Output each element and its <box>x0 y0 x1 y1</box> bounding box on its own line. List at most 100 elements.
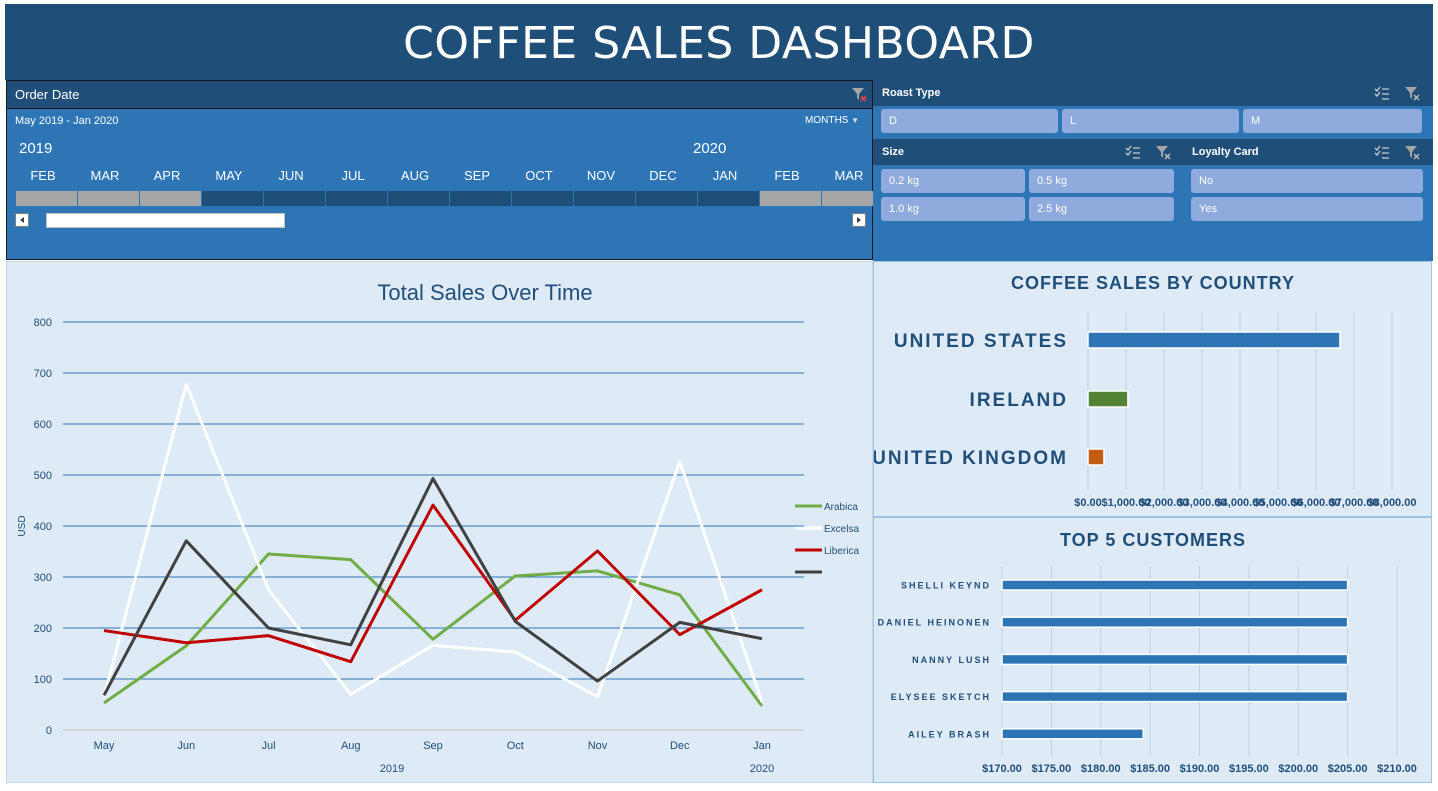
x-tick-jun: Jun <box>177 740 195 752</box>
country-bar-united-kingdom <box>1087 448 1105 466</box>
customer-label-ailey-brash: AILEY BRASH <box>908 729 991 739</box>
country-bar-chart: COFFEE SALES BY COUNTRY $0.00 $1,000.00$2… <box>874 273 1417 509</box>
month-cell-dec-10[interactable] <box>636 191 698 206</box>
customer-label-daniel-heinonen: DANIEL HEINONEN <box>878 618 991 628</box>
y-tick-500: 500 <box>34 470 52 482</box>
loyalty-yes-button[interactable]: Yes <box>1191 197 1423 221</box>
month-label-nov-9: NOV <box>586 168 616 183</box>
month-label-jun-4: JUN <box>278 168 304 183</box>
timeline-title: Order Date <box>15 87 80 102</box>
country-chart-title: COFFEE SALES BY COUNTRY <box>1011 273 1295 293</box>
customer-bar-nanny-lush <box>1001 653 1349 666</box>
arrow-right-icon <box>857 217 861 223</box>
top-customers-panel: TOP 5 CUSTOMERS $170.00 $175.00 $180.00 $18… <box>873 517 1432 783</box>
month-cell-apr-2[interactable] <box>140 191 202 206</box>
month-cell-jul-5[interactable] <box>326 191 388 206</box>
customer-x-tick-0: $170.00 <box>982 763 1022 775</box>
roast-d-button[interactable]: D <box>881 109 1058 133</box>
month-label-jul-5: JUL <box>341 168 365 183</box>
series-line-excelsa <box>102 382 764 703</box>
customer-bar-elysee-sketch <box>1001 690 1349 703</box>
scroll-right-button[interactable] <box>852 213 866 227</box>
y-tick-700: 700 <box>34 368 52 380</box>
year-label-2020: 2020 <box>693 140 727 157</box>
month-label-apr-2: APR <box>153 168 181 183</box>
sales-over-time-panel: Total Sales Over Time USD 0 100 200 300 400 5… <box>6 261 873 783</box>
multi-select-icon[interactable] <box>1373 84 1391 102</box>
month-cell-nov-9[interactable] <box>574 191 636 206</box>
order-date-timeline[interactable]: Order Date May 2019 - Jan 2020 MONTHS ▼ … <box>6 80 884 260</box>
size-title: Size <box>882 146 905 158</box>
customer-label-shelli-keynd: SHELLI KEYND <box>901 581 991 591</box>
month-cell-may-3[interactable] <box>202 191 264 206</box>
x-tick-aug: Aug <box>341 740 361 752</box>
multi-select-icon[interactable] <box>1373 143 1391 161</box>
month-label-mar-13: MAR <box>834 168 864 183</box>
loyalty-no-button[interactable]: No <box>1191 169 1423 193</box>
multi-select-icon[interactable] <box>1124 143 1142 161</box>
customer-x-tick-6: $200.00 <box>1278 763 1318 775</box>
customer-x-tick-3: $185.00 <box>1130 763 1170 775</box>
clear-filter-icon[interactable] <box>1403 84 1421 102</box>
clear-filter-icon[interactable] <box>1403 143 1421 161</box>
customer-x-tick-2: $180.00 <box>1081 763 1121 775</box>
size-0-5kg-button[interactable]: 0.5 kg <box>1029 169 1174 193</box>
year-label-2019: 2019 <box>19 140 53 157</box>
country-x-tick-8: $8,000.00 <box>1368 497 1417 509</box>
month-label-oct-8: OCT <box>525 168 553 183</box>
x-tick-dec: Dec <box>670 740 690 752</box>
legend-label-liberica: Liberica <box>824 546 859 557</box>
y-axis-label: USD <box>17 515 28 536</box>
customers-chart-title: TOP 5 CUSTOMERS <box>1060 530 1246 550</box>
slicer-area: Roast Type D L M Size 0.2 kg 0.5 kg 1.0 … <box>873 80 1433 261</box>
customer-x-tick-5: $195.00 <box>1229 763 1269 775</box>
customer-bar-ailey-brash <box>1001 728 1144 740</box>
customer-label-elysee-sketch: ELYSEE SKETCH <box>891 692 991 702</box>
timeline-range: May 2019 - Jan 2020 <box>15 115 119 127</box>
clear-filter-icon[interactable] <box>1154 143 1172 161</box>
y-tick-600: 600 <box>34 419 52 431</box>
scroll-left-button[interactable] <box>15 213 29 227</box>
month-cell-oct-8[interactable] <box>512 191 574 206</box>
month-label-feb-0: FEB <box>30 168 56 183</box>
month-cell-jun-4[interactable] <box>264 191 326 206</box>
x-tick-may: May <box>94 740 115 752</box>
roast-m-button[interactable]: M <box>1243 109 1422 133</box>
month-cell-jan-11[interactable] <box>698 191 760 206</box>
size-1-0kg-button[interactable]: 1.0 kg <box>881 197 1025 221</box>
month-label-may-3: MAY <box>215 168 243 183</box>
size-2-5kg-button[interactable]: 2.5 kg <box>1029 197 1174 221</box>
country-bar-united-states <box>1087 331 1341 349</box>
month-label-mar-1: MAR <box>90 168 120 183</box>
line-chart-title: Total Sales Over Time <box>377 280 592 305</box>
y-tick-800: 800 <box>34 317 52 329</box>
y-tick-200: 200 <box>34 623 52 635</box>
y-tick-0: 0 <box>46 725 52 737</box>
month-cell-sep-7[interactable] <box>450 191 512 206</box>
x-year-label-2020: 2020 <box>750 763 774 775</box>
x-tick-sep: Sep <box>423 740 443 752</box>
time-level-dropdown[interactable]: MONTHS ▼ <box>805 115 859 126</box>
month-cell-mar-1[interactable] <box>78 191 140 206</box>
timeline-scrollbar-thumb[interactable] <box>46 213 285 228</box>
country-label-united-states: UNITED STATES <box>894 331 1068 352</box>
month-cell-aug-6[interactable] <box>388 191 450 206</box>
month-label-dec-10: DEC <box>649 168 677 183</box>
size-0-2kg-button[interactable]: 0.2 kg <box>881 169 1025 193</box>
roast-type-title: Roast Type <box>882 87 941 99</box>
roast-l-button[interactable]: L <box>1062 109 1239 133</box>
x-tick-oct: Oct <box>507 740 524 752</box>
x-year-label-2019: 2019 <box>380 763 404 775</box>
loyalty-card-slicer-header: Loyalty Card <box>1183 139 1433 165</box>
month-label-sep-7: SEP <box>463 168 490 183</box>
customer-x-tick-8: $210.00 <box>1377 763 1417 775</box>
clear-filter-icon[interactable] <box>850 85 868 103</box>
customer-x-tick-1: $175.00 <box>1031 763 1071 775</box>
dropdown-arrow-icon: ▼ <box>851 116 860 125</box>
arrow-left-icon <box>20 217 24 223</box>
loyalty-card-title: Loyalty Card <box>1192 146 1259 158</box>
country-sales-panel: COFFEE SALES BY COUNTRY $0.00 $1,000.00 $2… <box>873 261 1432 517</box>
month-cell-feb-12[interactable] <box>760 191 822 206</box>
customers-bar-chart: TOP 5 CUSTOMERS $170.00 $175.00 $180.00 $18… <box>878 530 1417 775</box>
month-cell-feb-0[interactable] <box>16 191 78 206</box>
